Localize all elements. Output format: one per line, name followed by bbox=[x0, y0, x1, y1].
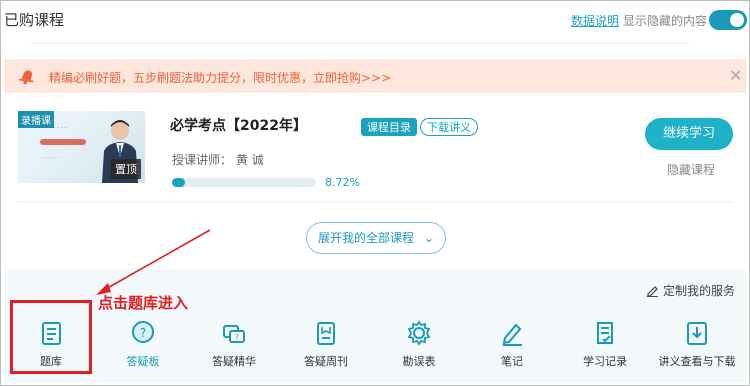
tool-study-record[interactable]: 学习记录 bbox=[558, 316, 652, 371]
tool-notes[interactable]: 笔记 bbox=[465, 316, 559, 371]
tool-label: 勘误表 bbox=[402, 355, 436, 368]
study-record-icon bbox=[597, 322, 613, 344]
tool-errata[interactable]: 勘误表 bbox=[372, 316, 466, 371]
qa-board-icon: ? bbox=[132, 321, 154, 343]
qa-essence-icon: ? bbox=[223, 325, 245, 343]
handout-download-icon bbox=[687, 322, 707, 345]
tool-label: 讲义查看与下载 bbox=[658, 355, 736, 368]
qa-weekly-icon bbox=[317, 322, 335, 345]
tool-label: 学习记录 bbox=[583, 355, 627, 368]
tool-handout-download[interactable]: 讲义查看与下载 bbox=[650, 316, 744, 371]
tool-label: 答疑板 bbox=[126, 355, 160, 368]
svg-text:?: ? bbox=[235, 333, 239, 342]
tool-qa-weekly[interactable]: 答疑周刊 bbox=[279, 316, 373, 371]
notes-icon bbox=[502, 323, 522, 346]
tool-label: 笔记 bbox=[501, 355, 523, 368]
tool-label: 答疑周刊 bbox=[304, 355, 348, 368]
tool-label: 答疑精华 bbox=[212, 355, 256, 368]
svg-text:?: ? bbox=[140, 326, 146, 340]
tool-qa-board[interactable]: ? 答疑板 bbox=[96, 316, 190, 371]
errata-icon bbox=[407, 320, 431, 346]
tool-qa-essence[interactable]: ? 答疑精华 bbox=[187, 316, 281, 371]
annotation-highlight-box bbox=[10, 300, 92, 374]
